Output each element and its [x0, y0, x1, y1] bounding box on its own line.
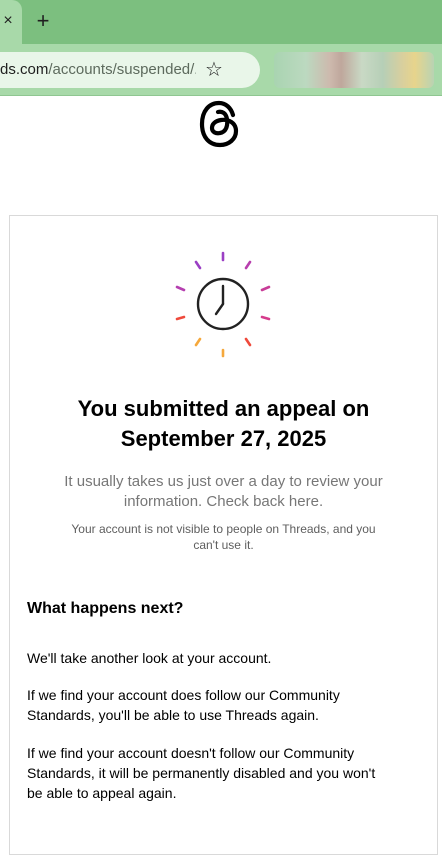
appeal-card: You submitted an appeal on September 27,…	[9, 215, 438, 855]
close-tab-icon[interactable]: ×	[0, 10, 18, 32]
visibility-note-line2: can't use it.	[193, 538, 254, 552]
url-path: /accounts/suspended/...	[48, 61, 196, 78]
address-bar[interactable]: ds.com/accounts/suspended/... ☆	[0, 52, 260, 88]
tab-strip: × +	[0, 0, 442, 44]
next-step-paragraph-3-line2: Standards, it will be permanently disabl…	[27, 765, 376, 781]
appeal-title-line1: You submitted an appeal on	[77, 396, 370, 421]
bookmark-star-icon[interactable]: ☆	[202, 58, 226, 82]
appeal-title: You submitted an appeal on September 27,…	[10, 394, 437, 454]
next-step-paragraph-3-line3: be able to appeal again.	[27, 785, 177, 801]
next-step-paragraph-3-line1: If we find your account doesn't follow o…	[27, 745, 355, 761]
clock-icon	[175, 251, 271, 358]
review-info-line2: information. Check back here.	[123, 493, 324, 510]
browser-toolbar: ds.com/accounts/suspended/... ☆	[0, 44, 442, 96]
active-tab[interactable]: ×	[0, 0, 22, 44]
review-info-line1: It usually takes us just over a day to r…	[64, 473, 383, 490]
what-happens-next-heading: What happens next?	[27, 600, 184, 617]
next-step-paragraph-1: We'll take another look at your account.	[27, 650, 272, 666]
threads-logo[interactable]	[198, 98, 246, 150]
blurred-extensions-area	[274, 52, 434, 88]
next-step-paragraph-2-line2: Standards, you'll be able to use Threads…	[27, 707, 319, 723]
appeal-title-date: September 27, 2025	[120, 426, 327, 451]
next-step-paragraph-2-line1: If we find your account does follow our …	[27, 687, 340, 703]
url-host: ds.com	[0, 61, 49, 78]
next-step-paragraph-2: If we find your account does follow our …	[27, 685, 425, 725]
visibility-note: Your account is not visible to people on…	[50, 521, 397, 553]
next-step-paragraph-3: If we find your account doesn't follow o…	[27, 743, 425, 803]
new-tab-button[interactable]: +	[30, 9, 56, 35]
review-info-text: It usually takes us just over a day to r…	[50, 472, 397, 512]
visibility-note-line1: Your account is not visible to people on…	[71, 522, 376, 536]
url-text[interactable]: ds.com/accounts/suspended/...	[0, 61, 196, 79]
